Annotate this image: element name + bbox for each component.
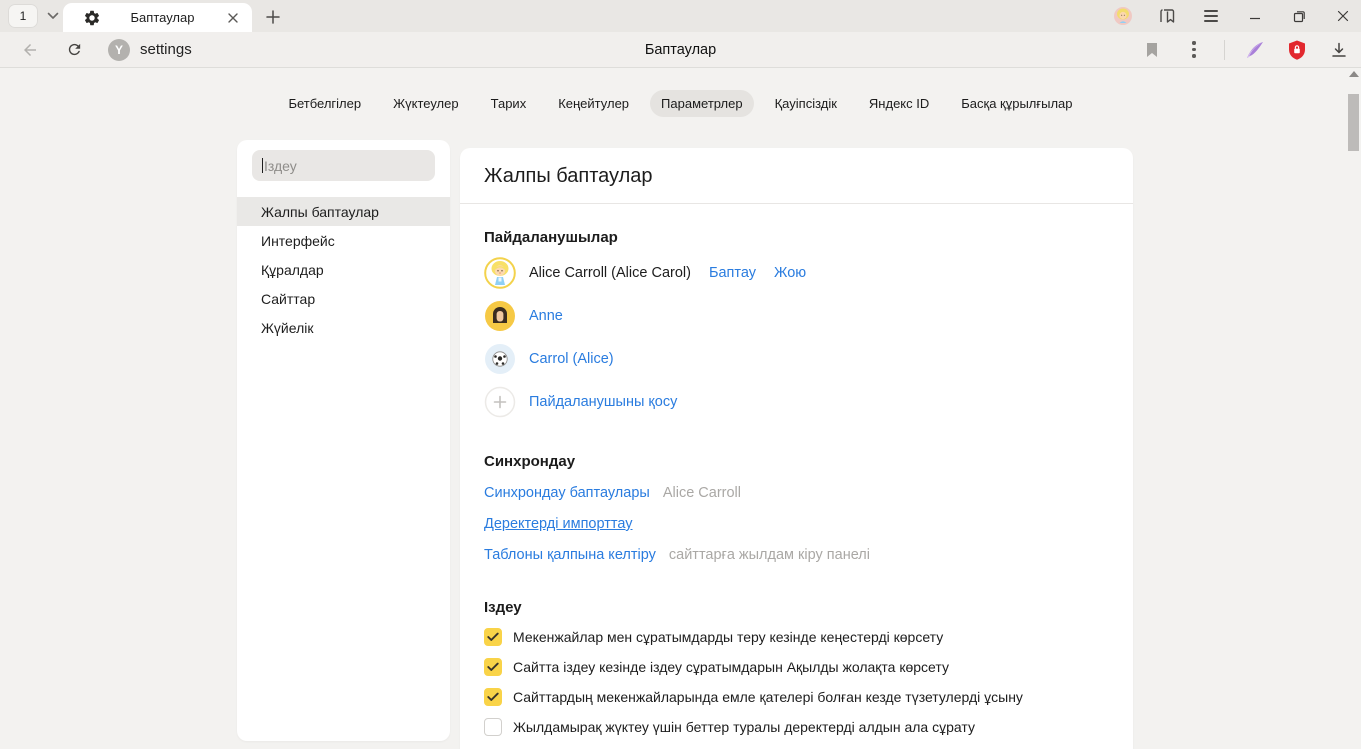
- site-favicon: Y: [108, 39, 130, 61]
- nav-tab-bookmarks[interactable]: Бетбелгілер: [277, 90, 372, 117]
- settings-main-panel: Жалпы баптаулар Пайдаланушылар: [460, 148, 1133, 749]
- menu-icon[interactable]: [1201, 6, 1221, 26]
- sidebar-item-label: Құралдар: [261, 262, 324, 278]
- sync-account-note: Alice Carroll: [663, 485, 741, 501]
- settings-nav-tabs: Бетбелгілер Жүктеулер Тарих Кеңейтулер П…: [0, 90, 1361, 117]
- search-input[interactable]: Іздеу: [252, 150, 435, 181]
- url-text[interactable]: settings: [140, 41, 192, 58]
- checkbox-row-prefetch: Жылдамырақ жүктеу үшін беттер туралы дер…: [484, 718, 1109, 736]
- checkbox-label: Мекенжайлар мен сұратымдарды теру кезінд…: [513, 629, 943, 645]
- tab-bar: 1 Баптаулар: [0, 0, 1361, 32]
- user-row-carrol: Carrol (Alice): [484, 343, 1109, 375]
- checkbox-row-smartbox: Сайтта іздеу кезінде іздеу сұратымдарын …: [484, 658, 1109, 676]
- scroll-up-arrow-icon[interactable]: [1349, 71, 1359, 77]
- sync-settings-row: Синхрондау баптаулары Alice Carroll: [484, 485, 1109, 501]
- user-name: Alice Carroll (Alice Carol): [529, 265, 691, 281]
- nav-tab-downloads[interactable]: Жүктеулер: [382, 90, 470, 117]
- sidebar-item-label: Интерфейс: [261, 233, 335, 249]
- user-delete-link[interactable]: Жою: [774, 265, 806, 281]
- gear-icon: [83, 9, 101, 27]
- page-scrollbar[interactable]: [1346, 69, 1361, 749]
- user-configure-link[interactable]: Баптау: [709, 265, 756, 281]
- address-bar: Y settings Баптаулар: [0, 32, 1361, 68]
- users-section-title: Пайдаланушылар: [484, 229, 1109, 246]
- nav-tab-yandex-id[interactable]: Яндекс ID: [858, 90, 940, 117]
- checkbox-label: Сайтта іздеу кезінде іздеу сұратымдарын …: [513, 659, 949, 675]
- minimize-window-icon[interactable]: [1245, 6, 1265, 26]
- close-window-icon[interactable]: [1333, 6, 1353, 26]
- browser-window: 1 Баптаулар: [0, 0, 1361, 749]
- add-user-row: Пайдаланушыны қосу: [484, 386, 1109, 418]
- protect-shield-icon[interactable]: [1285, 38, 1309, 62]
- restore-tableau-row: Таблоны қалпына келтіру сайттарға жылдам…: [484, 547, 1109, 563]
- browser-tab-settings[interactable]: Баптаулар: [63, 3, 252, 32]
- user-row-anne: Anne: [484, 300, 1109, 332]
- import-data-link[interactable]: Деректерді импорттау: [484, 516, 633, 532]
- restore-window-icon[interactable]: [1289, 6, 1309, 26]
- checkbox[interactable]: [484, 628, 502, 646]
- import-data-row: Деректерді импорттау: [484, 516, 1109, 532]
- search-placeholder: Іздеу: [264, 158, 297, 174]
- checkbox[interactable]: [484, 688, 502, 706]
- sidebar-item-tools[interactable]: Құралдар: [237, 255, 450, 284]
- sidebar-item-label: Сайттар: [261, 291, 315, 307]
- add-user-plus-icon[interactable]: [484, 386, 516, 418]
- text-caret: [262, 158, 263, 173]
- checkbox[interactable]: [484, 718, 502, 736]
- checkbox[interactable]: [484, 658, 502, 676]
- nav-tab-security[interactable]: Қауіпсіздік: [764, 90, 848, 117]
- sync-section-title: Синхрондау: [484, 453, 1109, 470]
- checkbox-row-suggestions: Мекенжайлар мен сұратымдарды теру кезінд…: [484, 628, 1109, 646]
- nav-tab-settings[interactable]: Параметрлер: [650, 90, 754, 117]
- sync-settings-link[interactable]: Синхрондау баптаулары: [484, 485, 650, 501]
- nav-tab-other-devices[interactable]: Басқа құрылғылар: [950, 90, 1083, 117]
- restore-tableau-link[interactable]: Таблоны қалпына келтіру: [484, 547, 656, 563]
- bookmark-flag-icon[interactable]: [1140, 38, 1164, 62]
- sidebar-item-label: Жалпы баптаулар: [261, 204, 379, 220]
- profile-avatar[interactable]: [1113, 6, 1133, 26]
- checkbox-row-typo-fix: Сайттардың мекенжайларында емле қателері…: [484, 688, 1109, 706]
- search-section-title: Іздеу: [484, 599, 1109, 616]
- divider: [460, 203, 1133, 204]
- user-name-link[interactable]: Anne: [529, 308, 563, 324]
- new-tab-button[interactable]: [260, 5, 286, 29]
- settings-sidebar: Іздеу Жалпы баптаулар Интерфейс Құралдар…: [237, 140, 450, 741]
- scrollbar-thumb[interactable]: [1348, 94, 1359, 151]
- checkbox-label: Жылдамырақ жүктеу үшін беттер туралы дер…: [513, 719, 975, 735]
- sidebar-item-label: Жүйелік: [261, 320, 313, 336]
- download-icon[interactable]: [1327, 38, 1351, 62]
- sidebar-item-general[interactable]: Жалпы баптаулар: [237, 197, 450, 226]
- chevron-down-icon[interactable]: [42, 4, 64, 28]
- alice-avatar[interactable]: [484, 257, 516, 289]
- sidebar-item-interface[interactable]: Интерфейс: [237, 226, 450, 255]
- favicon-letter: Y: [115, 43, 123, 57]
- toolbar-divider: [1224, 40, 1225, 60]
- settings-page: Бетбелгілер Жүктеулер Тарих Кеңейтулер П…: [0, 69, 1361, 749]
- sidebar-item-system[interactable]: Жүйелік: [237, 313, 450, 342]
- nav-tab-history[interactable]: Тарих: [480, 90, 538, 117]
- bookmarks-panel-icon[interactable]: [1157, 6, 1177, 26]
- tableau-note: сайттарға жылдам кіру панелі: [669, 547, 870, 563]
- add-user-link[interactable]: Пайдаланушыны қосу: [529, 394, 677, 410]
- nav-tab-extensions[interactable]: Кеңейтулер: [547, 90, 640, 117]
- tab-counter-button[interactable]: 1: [8, 4, 38, 28]
- user-row-alice: Alice Carroll (Alice Carol) Баптау Жою: [484, 257, 1109, 289]
- back-icon[interactable]: [18, 38, 42, 62]
- close-tab-icon[interactable]: [224, 9, 242, 27]
- more-options-icon[interactable]: [1182, 38, 1206, 62]
- feather-extension-icon[interactable]: [1243, 38, 1267, 62]
- tab-counter-label: 1: [20, 9, 27, 23]
- reload-icon[interactable]: [62, 38, 86, 62]
- page-title: Жалпы баптаулар: [460, 148, 1133, 203]
- checkbox-label: Сайттардың мекенжайларында емле қателері…: [513, 689, 1023, 705]
- sidebar-item-sites[interactable]: Сайттар: [237, 284, 450, 313]
- soccer-ball-avatar[interactable]: [484, 343, 516, 375]
- sidebar-list: Жалпы баптаулар Интерфейс Құралдар Сайтт…: [237, 197, 450, 342]
- anne-avatar[interactable]: [484, 300, 516, 332]
- tab-title: Баптаулар: [101, 10, 224, 25]
- user-name-link[interactable]: Carrol (Alice): [529, 351, 614, 367]
